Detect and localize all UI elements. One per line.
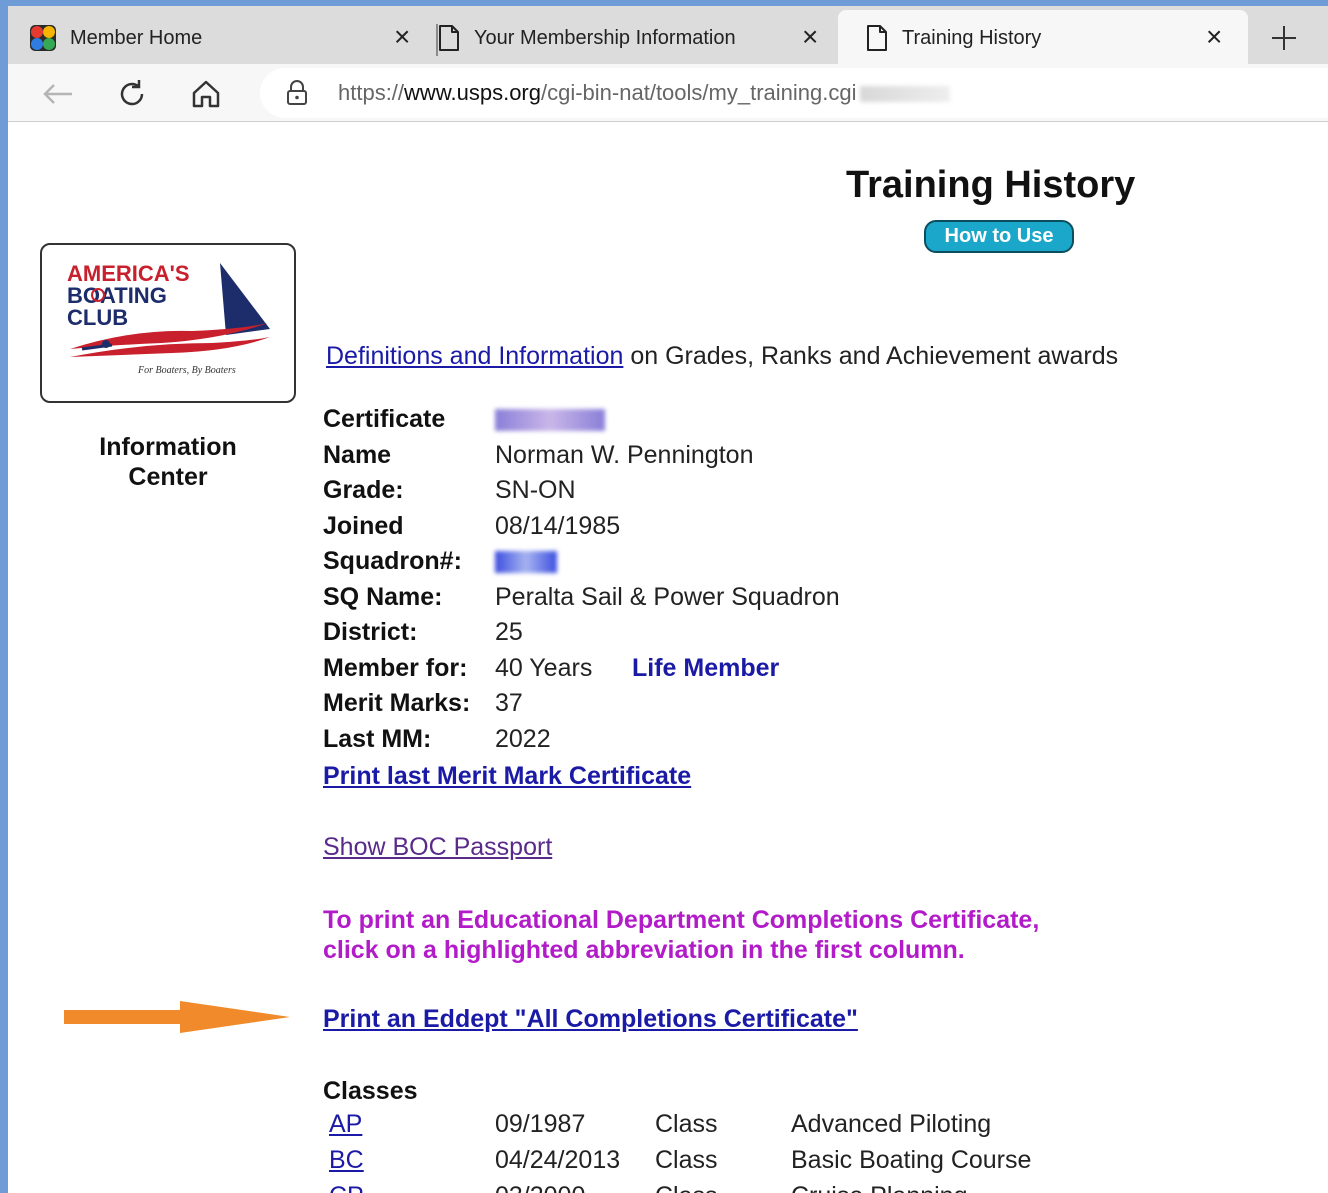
lock-icon[interactable]	[286, 80, 308, 106]
close-tab-icon[interactable]: ×	[394, 23, 410, 51]
tab-training-history[interactable]: Training History ×	[838, 10, 1248, 66]
class-type: Class	[655, 1110, 718, 1138]
url-redacted	[860, 86, 951, 103]
class-date: 04/24/2013	[495, 1146, 621, 1174]
detail-label: Merit Marks:	[323, 689, 471, 717]
close-tab-icon[interactable]: ×	[802, 23, 818, 51]
detail-value: Norman W. Pennington	[495, 440, 754, 469]
home-button[interactable]	[186, 74, 226, 114]
detail-value: 2022	[495, 724, 551, 753]
detail-label: Name	[323, 440, 392, 469]
page-title: Training History	[846, 164, 1136, 206]
page-icon	[439, 25, 459, 51]
logo-tagline: For Boaters, By Boaters	[138, 365, 236, 376]
detail-value: 40 Years	[495, 653, 593, 682]
close-tab-icon[interactable]: ×	[1206, 23, 1222, 51]
show-boc-passport-link[interactable]: Show BOC Passport	[323, 833, 552, 862]
class-name: Cruise Planning	[791, 1182, 968, 1193]
americas-boating-club-logo[interactable]: AMERICA'S BOATING CLUB For Boaters, By B…	[40, 243, 296, 403]
definitions-link[interactable]: Definitions and Information	[326, 342, 623, 370]
detail-label: Squadron#:	[323, 547, 462, 575]
tab-strip: Member Home × Your Membership Informatio…	[8, 6, 1328, 66]
class-type: Class	[655, 1146, 718, 1174]
life-member-badge: Life Member	[632, 653, 780, 682]
definitions-text: on Grades, Ranks and Achievement awards	[630, 342, 1119, 370]
detail-label: SQ Name:	[323, 582, 443, 611]
plus-icon	[1272, 26, 1296, 50]
class-date: 09/1987	[495, 1110, 586, 1138]
how-to-use-button[interactable]: How to Use	[924, 220, 1074, 253]
print-instructions-line2: click on a highlighted abbreviation in t…	[323, 936, 965, 964]
orange-arrow-icon	[64, 1001, 290, 1033]
print-instructions: To print an Educational Department Compl…	[323, 905, 1039, 965]
detail-label: Last MM:	[323, 724, 432, 753]
tab-label: Member Home	[70, 26, 203, 49]
sailboat-icon	[70, 263, 270, 357]
page-icon	[867, 25, 887, 51]
definitions-line: Definitions and Information on Grades, R…	[326, 342, 1118, 371]
tab-label: Your Membership Information	[474, 26, 736, 49]
back-arrow-icon	[43, 84, 72, 104]
new-tab-button[interactable]	[1256, 16, 1312, 60]
tab-label: Training History	[902, 26, 1042, 49]
detail-value: Peralta Sail & Power Squadron	[495, 582, 840, 611]
print-instructions-line1: To print an Educational Department Compl…	[323, 906, 1040, 934]
detail-label: Member for:	[323, 653, 468, 682]
url-prefix: https://	[338, 80, 405, 105]
class-date: 03/2000	[495, 1182, 585, 1193]
home-icon	[192, 80, 220, 108]
print-merit-mark-link[interactable]: Print last Merit Mark Certificate	[323, 762, 691, 791]
tab-membership-information[interactable]: Your Membership Information ×	[438, 10, 846, 66]
detail-label: Joined	[323, 511, 404, 540]
site-favicon-icon	[30, 25, 56, 51]
detail-value: 08/14/1985	[495, 511, 621, 540]
classes-heading: Classes	[323, 1077, 418, 1105]
class-type: Class	[655, 1182, 718, 1193]
tab-member-home[interactable]: Member Home ×	[30, 10, 430, 66]
information-center-label: Information Center	[99, 433, 237, 491]
certificate-value-redacted[interactable]	[495, 405, 605, 434]
class-name: Advanced Piloting	[791, 1110, 992, 1138]
url-text[interactable]: https://www.usps.org/cgi-bin-nat/tools/m…	[338, 80, 951, 106]
squadron-link-redacted[interactable]	[495, 547, 557, 576]
class-code-link[interactable]: BC	[329, 1146, 364, 1175]
detail-value: 37	[495, 689, 523, 717]
back-button[interactable]	[38, 74, 78, 114]
detail-label: Certificate	[323, 405, 446, 433]
detail-label: District:	[323, 618, 418, 646]
refresh-icon	[120, 80, 144, 106]
refresh-button[interactable]	[112, 74, 152, 114]
class-code-link[interactable]: AP	[329, 1110, 362, 1139]
detail-value: SN-ON	[495, 476, 576, 504]
class-code-link[interactable]: CP	[329, 1182, 364, 1193]
url-path: /cgi-bin-nat/tools/my_training.cgi	[541, 80, 857, 105]
url-host: www.usps.org	[404, 80, 541, 105]
class-name: Basic Boating Course	[791, 1146, 1032, 1174]
navigation-bar: https://www.usps.org/cgi-bin-nat/tools/m…	[8, 64, 1328, 122]
print-all-completions-link[interactable]: Print an Eddept "All Completions Certifi…	[323, 1005, 858, 1034]
detail-label: Grade:	[323, 476, 404, 504]
detail-value: 25	[495, 618, 523, 646]
address-bar[interactable]: https://www.usps.org/cgi-bin-nat/tools/m…	[260, 68, 1328, 118]
